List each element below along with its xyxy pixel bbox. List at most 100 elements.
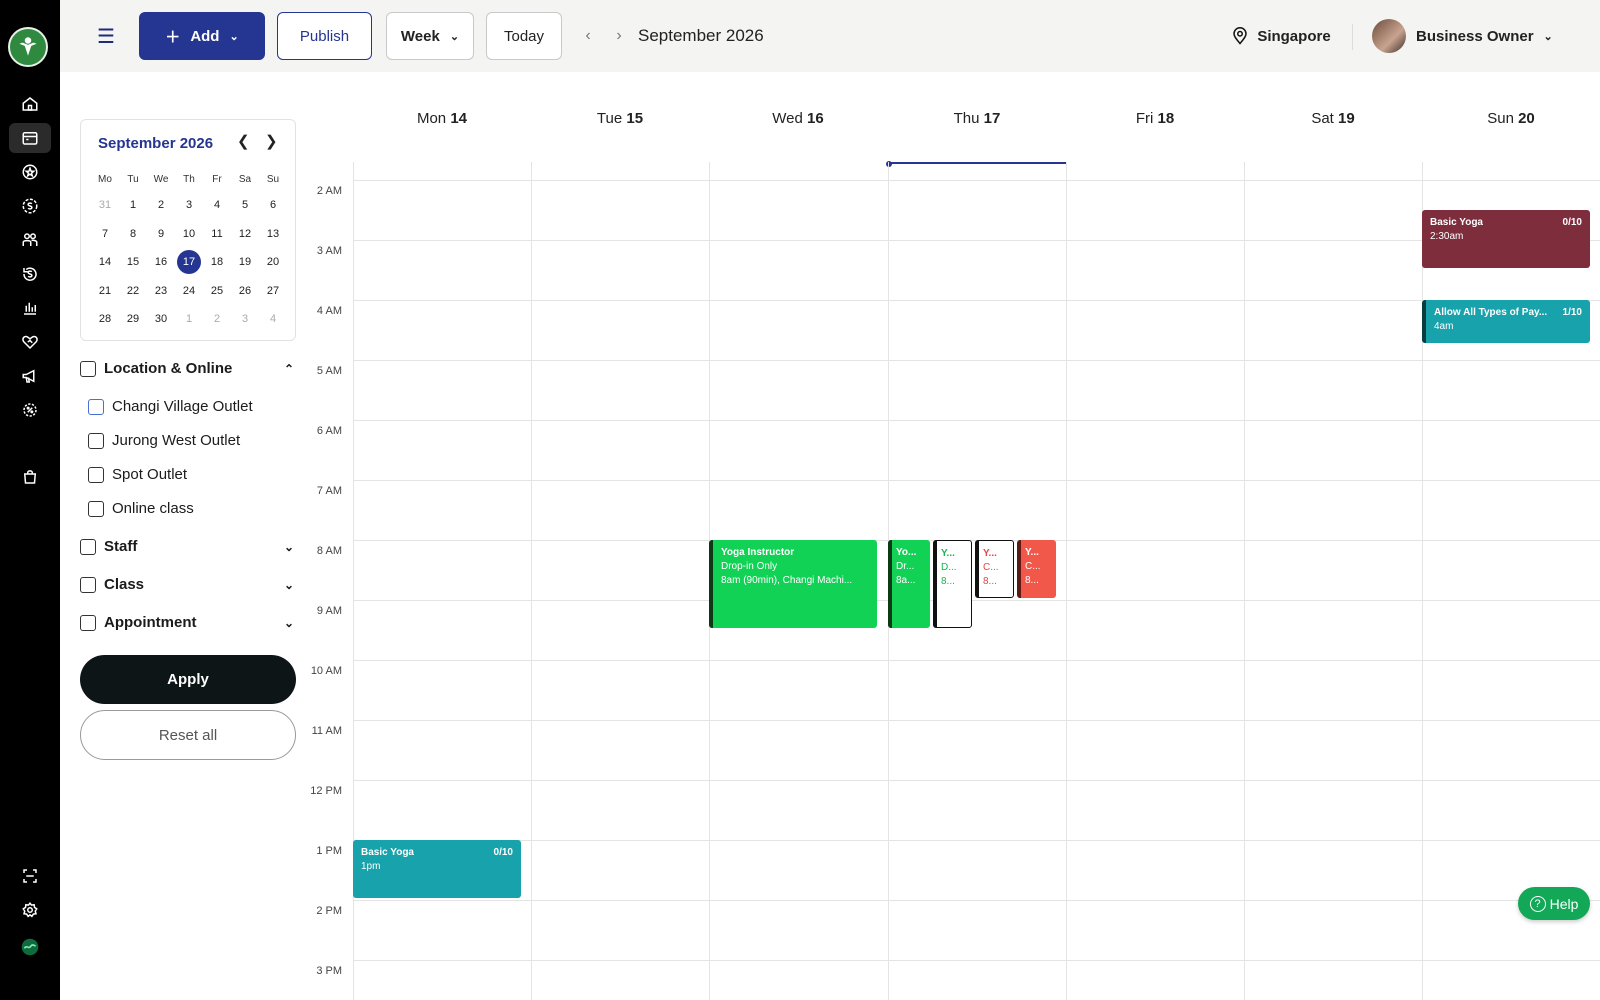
mini-calendar-day[interactable]: 1 [175, 305, 203, 334]
publish-button[interactable]: Publish [277, 12, 372, 60]
event-thu-4[interactable]: Y... C... 8... [1017, 540, 1056, 598]
day-header-thu[interactable]: Thu 17 [888, 110, 1066, 127]
mini-calendar-day[interactable]: 9 [147, 220, 175, 249]
settings-badge-icon[interactable] [9, 395, 51, 425]
location-option-spot[interactable]: Spot Outlet [88, 466, 187, 483]
bar-chart-icon[interactable] [9, 293, 51, 323]
coin-icon[interactable] [9, 191, 51, 221]
chevron-up-icon[interactable]: ⌃ [284, 362, 294, 376]
mini-calendar-day[interactable]: 14 [91, 248, 119, 277]
mini-calendar-day[interactable]: 18 [203, 248, 231, 277]
day-header-tue[interactable]: Tue 15 [531, 110, 709, 127]
event-yoga-instructor-wed[interactable]: Yoga Instructor Drop-in Only 8am (90min)… [709, 540, 877, 628]
mini-calendar-day[interactable]: 3 [175, 191, 203, 220]
view-select[interactable]: Week ⌄ [386, 12, 474, 60]
staff-filter-header[interactable]: Staff ⌄ [80, 538, 296, 555]
scan-icon[interactable] [9, 861, 51, 891]
mini-calendar-day[interactable]: 6 [259, 191, 287, 220]
appointment-filter-header[interactable]: Appointment ⌄ [80, 614, 296, 631]
mini-calendar-day[interactable]: 8 [119, 220, 147, 249]
mini-calendar-day[interactable]: 15 [119, 248, 147, 277]
mini-calendar-day[interactable]: 28 [91, 305, 119, 334]
location-option-checkbox[interactable] [88, 398, 104, 415]
event-allow-all-payments-sun[interactable]: Allow All Types of Pay... 1/10 4am [1422, 300, 1590, 343]
location-option-jurong[interactable]: Jurong West Outlet [88, 432, 240, 449]
calendar-icon[interactable] [9, 123, 51, 153]
apply-button[interactable]: Apply [80, 655, 296, 704]
event-basic-yoga-mon[interactable]: Basic Yoga 0/10 1pm [353, 840, 521, 898]
mini-calendar-day[interactable]: 11 [203, 220, 231, 249]
location-selector[interactable]: Singapore [1226, 12, 1336, 60]
mini-calendar-day[interactable]: 29 [119, 305, 147, 334]
mini-calendar-day[interactable]: 2 [147, 191, 175, 220]
event-thu-3[interactable]: Y... C... 8... [975, 540, 1014, 598]
event-thu-2[interactable]: Y... D... 8... [933, 540, 972, 628]
help-button[interactable]: ? Help [1518, 887, 1590, 920]
mini-calendar-day[interactable]: 10 [175, 220, 203, 249]
location-filter-checkbox[interactable] [80, 360, 96, 377]
mini-calendar-day[interactable]: 27 [259, 277, 287, 306]
day-header-sat[interactable]: Sat 19 [1244, 110, 1422, 127]
previous-week-icon[interactable]: ‹ [578, 12, 598, 60]
mini-calendar-prev-icon[interactable]: ❮ [237, 132, 250, 150]
partner-logo-icon[interactable] [9, 932, 51, 962]
mini-calendar-day[interactable]: 1 [119, 191, 147, 220]
day-header-mon[interactable]: Mon 14 [353, 110, 531, 127]
mini-calendar-day[interactable]: 16 [147, 248, 175, 277]
mini-calendar-day[interactable]: 20 [259, 248, 287, 277]
mini-calendar-day[interactable]: 31 [91, 191, 119, 220]
mini-calendar-day[interactable]: 3 [231, 305, 259, 334]
mini-calendar-day[interactable]: 13 [259, 220, 287, 249]
mini-calendar-day[interactable]: 25 [203, 277, 231, 306]
add-button[interactable]: ＋ Add ⌄ [139, 12, 265, 60]
mini-calendar-next-icon[interactable]: ❯ [265, 132, 278, 150]
mini-calendar-day[interactable]: 4 [203, 191, 231, 220]
people-icon[interactable] [9, 225, 51, 255]
shopping-bag-icon[interactable] [9, 462, 51, 492]
home-icon[interactable] [9, 89, 51, 119]
chevron-down-icon[interactable]: ⌄ [284, 578, 294, 592]
mini-calendar-day[interactable]: 22 [119, 277, 147, 306]
megaphone-icon[interactable] [9, 361, 51, 391]
user-menu[interactable]: Business Owner ⌄ [1372, 12, 1572, 60]
location-option-online[interactable]: Online class [88, 500, 194, 517]
mini-calendar-day[interactable]: 24 [175, 277, 203, 306]
star-badge-icon[interactable] [9, 157, 51, 187]
event-thu-1[interactable]: Yo... Dr... 8a... [888, 540, 930, 628]
staff-filter-checkbox[interactable] [80, 538, 96, 555]
event-basic-yoga-sun[interactable]: Basic Yoga 0/10 2:30am [1422, 210, 1590, 268]
chevron-down-icon[interactable]: ⌄ [284, 616, 294, 630]
brand-logo[interactable] [8, 27, 48, 67]
mini-calendar-day[interactable]: 17 [175, 248, 203, 277]
appointment-filter-checkbox[interactable] [80, 614, 96, 631]
location-option-checkbox[interactable] [88, 432, 104, 449]
mini-calendar-day[interactable]: 2 [203, 305, 231, 334]
mini-calendar-day[interactable]: 23 [147, 277, 175, 306]
reset-all-button[interactable]: Reset all [80, 710, 296, 760]
mini-calendar-day[interactable]: 19 [231, 248, 259, 277]
day-header-wed[interactable]: Wed 16 [709, 110, 887, 127]
refund-icon[interactable] [9, 259, 51, 289]
location-option-checkbox[interactable] [88, 500, 104, 517]
day-header-fri[interactable]: Fri 18 [1066, 110, 1244, 127]
day-header-sun[interactable]: Sun 20 [1422, 110, 1600, 127]
mini-calendar-day[interactable]: 7 [91, 220, 119, 249]
mini-calendar-day[interactable]: 4 [259, 305, 287, 334]
location-option-changi[interactable]: Changi Village Outlet [88, 398, 253, 415]
chevron-down-icon[interactable]: ⌄ [284, 540, 294, 554]
next-week-icon[interactable]: › [609, 12, 629, 60]
mini-calendar-day[interactable]: 12 [231, 220, 259, 249]
class-filter-checkbox[interactable] [80, 576, 96, 593]
mini-calendar-day-number: 15 [126, 256, 140, 269]
mini-calendar-day[interactable]: 30 [147, 305, 175, 334]
today-button[interactable]: Today [486, 12, 562, 60]
location-filter-header[interactable]: Location & Online ⌃ [80, 360, 296, 377]
hamburger-menu-icon[interactable]: ☰ [90, 12, 122, 60]
mini-calendar-day[interactable]: 26 [231, 277, 259, 306]
handshake-icon[interactable] [9, 327, 51, 357]
gear-icon[interactable] [9, 895, 51, 925]
mini-calendar-day[interactable]: 5 [231, 191, 259, 220]
location-option-checkbox[interactable] [88, 466, 104, 483]
class-filter-header[interactable]: Class ⌄ [80, 576, 296, 593]
mini-calendar-day[interactable]: 21 [91, 277, 119, 306]
